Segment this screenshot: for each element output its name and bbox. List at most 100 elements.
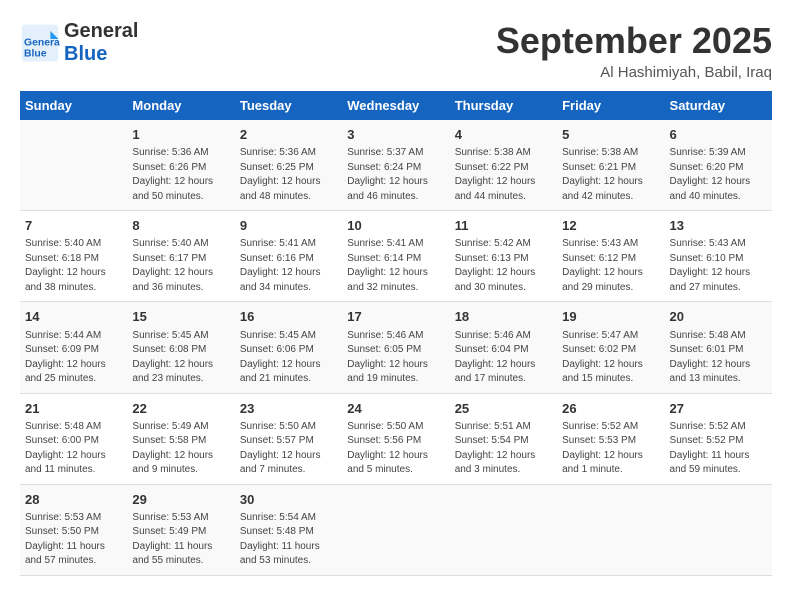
calendar-cell: 26 Sunrise: 5:52 AM Sunset: 5:53 PM Dayli… [557, 393, 664, 484]
day-number: 5 [562, 126, 659, 144]
calendar-cell: 22 Sunrise: 5:49 AM Sunset: 5:58 PM Dayli… [127, 393, 234, 484]
day-number: 3 [347, 126, 444, 144]
day-info: Sunrise: 5:48 AM Sunset: 6:00 PM Dayligh… [25, 420, 122, 478]
day-number: 9 [240, 217, 337, 235]
calendar-cell: 25 Sunrise: 5:51 AM Sunset: 5:54 PM Dayli… [450, 393, 557, 484]
location: Al Hashimiyah, Babil, Iraq [496, 64, 772, 81]
day-number: 8 [132, 217, 229, 235]
day-number: 12 [562, 217, 659, 235]
day-number: 6 [670, 126, 767, 144]
day-number: 13 [670, 217, 767, 235]
calendar-cell: 27Sunrise: 5:52 AM Sunset: 5:52 PM Dayli… [665, 393, 772, 484]
day-number: 17 [347, 308, 444, 326]
calendar-cell: 24 Sunrise: 5:50 AM Sunset: 5:56 PM Dayli… [342, 393, 449, 484]
calendar-cell: 11 Sunrise: 5:42 AM Sunset: 6:13 PM Dayli… [450, 211, 557, 302]
day-info: Sunrise: 5:38 AM Sunset: 6:21 PM Dayligh… [562, 146, 659, 204]
day-number: 28 [25, 491, 122, 509]
calendar-cell [450, 484, 557, 575]
day-number: 7 [25, 217, 122, 235]
calendar-cell: 6 Sunrise: 5:39 AM Sunset: 6:20 PM Daylig… [665, 120, 772, 211]
month-title: September 2025 [496, 20, 772, 62]
week-row-1: 1 Sunrise: 5:36 AM Sunset: 6:26 PM Daylig… [20, 120, 772, 211]
day-info: Sunrise: 5:47 AM Sunset: 6:02 PM Dayligh… [562, 329, 659, 387]
calendar-cell: 14 Sunrise: 5:44 AM Sunset: 6:09 PM Dayli… [20, 302, 127, 393]
calendar-cell: 19 Sunrise: 5:47 AM Sunset: 6:02 PM Dayli… [557, 302, 664, 393]
day-info: Sunrise: 5:50 AM Sunset: 5:57 PM Dayligh… [240, 420, 337, 478]
calendar-cell: 21Sunrise: 5:48 AM Sunset: 6:00 PM Dayli… [20, 393, 127, 484]
day-info: Sunrise: 5:44 AM Sunset: 6:09 PM Dayligh… [25, 329, 122, 387]
day-info: Sunrise: 5:40 AM Sunset: 6:18 PM Dayligh… [25, 237, 122, 295]
day-info: Sunrise: 5:49 AM Sunset: 5:58 PM Dayligh… [132, 420, 229, 478]
header-day-saturday: Saturday [665, 91, 772, 120]
day-number: 19 [562, 308, 659, 326]
week-row-5: 28 Sunrise: 5:53 AM Sunset: 5:50 PM Dayli… [20, 484, 772, 575]
day-info: Sunrise: 5:48 AM Sunset: 6:01 PM Dayligh… [670, 329, 767, 387]
header-day-friday: Friday [557, 91, 664, 120]
day-info: Sunrise: 5:43 AM Sunset: 6:10 PM Dayligh… [670, 237, 767, 295]
day-number: 26 [562, 400, 659, 418]
calendar-cell: 5 Sunrise: 5:38 AM Sunset: 6:21 PM Daylig… [557, 120, 664, 211]
day-number: 24 [347, 400, 444, 418]
day-number: 23 [240, 400, 337, 418]
calendar-cell: 30 Sunrise: 5:54 AM Sunset: 5:48 PM Dayli… [235, 484, 342, 575]
week-row-4: 21Sunrise: 5:48 AM Sunset: 6:00 PM Dayli… [20, 393, 772, 484]
svg-text:Blue: Blue [24, 49, 47, 60]
page-header: General Blue General Blue September 2025… [20, 20, 772, 81]
day-number: 4 [455, 126, 552, 144]
day-number: 25 [455, 400, 552, 418]
day-info: Sunrise: 5:53 AM Sunset: 5:49 PM Dayligh… [132, 511, 229, 569]
day-info: Sunrise: 5:52 AM Sunset: 5:52 PM Dayligh… [670, 420, 767, 478]
calendar-cell: 2Sunrise: 5:36 AM Sunset: 6:25 PM Daylig… [235, 120, 342, 211]
day-number: 20 [670, 308, 767, 326]
day-info: Sunrise: 5:45 AM Sunset: 6:06 PM Dayligh… [240, 329, 337, 387]
calendar-cell: 13 Sunrise: 5:43 AM Sunset: 6:10 PM Dayli… [665, 211, 772, 302]
day-info: Sunrise: 5:37 AM Sunset: 6:24 PM Dayligh… [347, 146, 444, 204]
header-day-wednesday: Wednesday [342, 91, 449, 120]
day-number: 14 [25, 308, 122, 326]
day-info: Sunrise: 5:41 AM Sunset: 6:16 PM Dayligh… [240, 237, 337, 295]
header-row: SundayMondayTuesdayWednesdayThursdayFrid… [20, 91, 772, 120]
day-number: 16 [240, 308, 337, 326]
day-info: Sunrise: 5:42 AM Sunset: 6:13 PM Dayligh… [455, 237, 552, 295]
header-day-monday: Monday [127, 91, 234, 120]
day-info: Sunrise: 5:41 AM Sunset: 6:14 PM Dayligh… [347, 237, 444, 295]
logo-blue: Blue [64, 43, 138, 66]
calendar-cell: 8 Sunrise: 5:40 AM Sunset: 6:17 PM Daylig… [127, 211, 234, 302]
day-info: Sunrise: 5:39 AM Sunset: 6:20 PM Dayligh… [670, 146, 767, 204]
calendar-cell: 16 Sunrise: 5:45 AM Sunset: 6:06 PM Dayli… [235, 302, 342, 393]
calendar-table: SundayMondayTuesdayWednesdayThursdayFrid… [20, 91, 772, 576]
calendar-cell: 15Sunrise: 5:45 AM Sunset: 6:08 PM Dayli… [127, 302, 234, 393]
header-day-thursday: Thursday [450, 91, 557, 120]
day-info: Sunrise: 5:51 AM Sunset: 5:54 PM Dayligh… [455, 420, 552, 478]
day-info: Sunrise: 5:50 AM Sunset: 5:56 PM Dayligh… [347, 420, 444, 478]
day-number: 30 [240, 491, 337, 509]
calendar-cell: 18Sunrise: 5:46 AM Sunset: 6:04 PM Dayli… [450, 302, 557, 393]
calendar-cell [665, 484, 772, 575]
day-number: 18 [455, 308, 552, 326]
calendar-cell: 4Sunrise: 5:38 AM Sunset: 6:22 PM Daylig… [450, 120, 557, 211]
day-info: Sunrise: 5:40 AM Sunset: 6:17 PM Dayligh… [132, 237, 229, 295]
day-info: Sunrise: 5:53 AM Sunset: 5:50 PM Dayligh… [25, 511, 122, 569]
calendar-cell: 23 Sunrise: 5:50 AM Sunset: 5:57 PM Dayli… [235, 393, 342, 484]
calendar-cell: 17 Sunrise: 5:46 AM Sunset: 6:05 PM Dayli… [342, 302, 449, 393]
day-info: Sunrise: 5:36 AM Sunset: 6:26 PM Dayligh… [132, 146, 229, 204]
day-info: Sunrise: 5:54 AM Sunset: 5:48 PM Dayligh… [240, 511, 337, 569]
calendar-cell [20, 120, 127, 211]
svg-text:General: General [24, 37, 60, 48]
calendar-cell: 10 Sunrise: 5:41 AM Sunset: 6:14 PM Dayli… [342, 211, 449, 302]
title-block: September 2025 Al Hashimiyah, Babil, Ira… [496, 20, 772, 81]
day-info: Sunrise: 5:46 AM Sunset: 6:05 PM Dayligh… [347, 329, 444, 387]
calendar-cell: 12Sunrise: 5:43 AM Sunset: 6:12 PM Dayli… [557, 211, 664, 302]
day-number: 11 [455, 217, 552, 235]
day-number: 29 [132, 491, 229, 509]
day-number: 22 [132, 400, 229, 418]
day-number: 1 [132, 126, 229, 144]
day-number: 15 [132, 308, 229, 326]
calendar-cell: 9 Sunrise: 5:41 AM Sunset: 6:16 PM Daylig… [235, 211, 342, 302]
day-info: Sunrise: 5:52 AM Sunset: 5:53 PM Dayligh… [562, 420, 659, 478]
calendar-cell: 29 Sunrise: 5:53 AM Sunset: 5:49 PM Dayli… [127, 484, 234, 575]
week-row-2: 7 Sunrise: 5:40 AM Sunset: 6:18 PM Daylig… [20, 211, 772, 302]
day-number: 10 [347, 217, 444, 235]
calendar-cell [342, 484, 449, 575]
logo-icon: General Blue [20, 23, 60, 63]
